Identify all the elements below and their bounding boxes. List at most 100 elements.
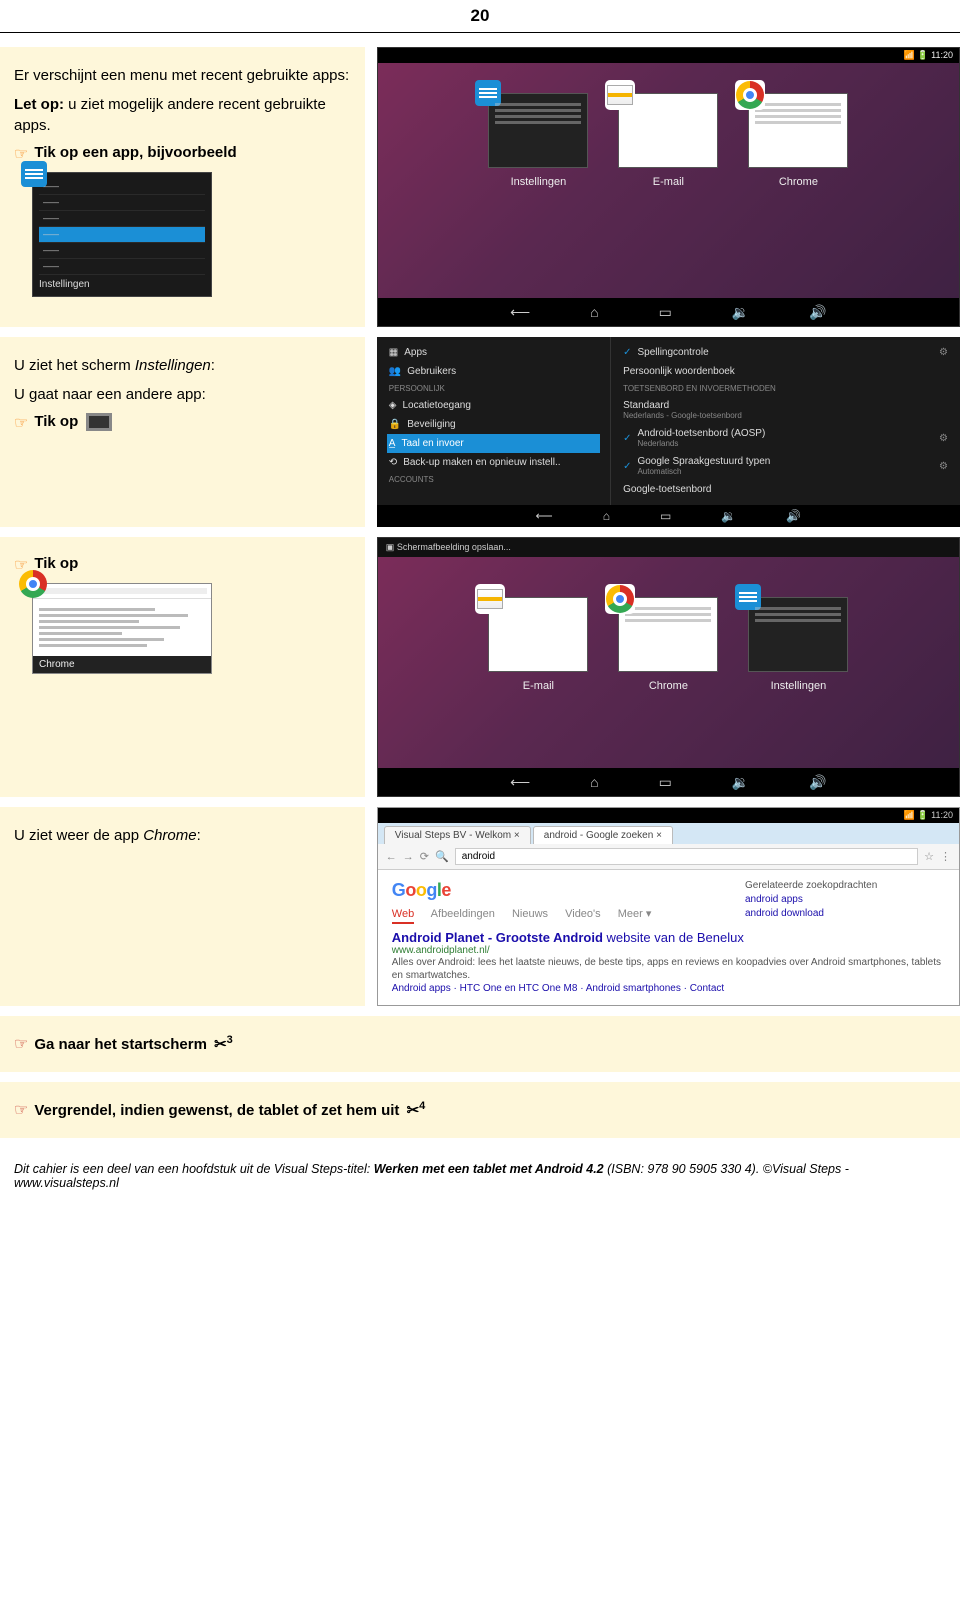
menu-icon[interactable]: ⋮ <box>940 850 951 863</box>
mail-icon <box>605 80 635 110</box>
letop-label: Let op: <box>14 96 64 113</box>
section5: ☞ Ga naar het startscherm ✂3 <box>0 1016 960 1072</box>
tablet-recents-screenshot: 📶 🔋 11:20 Instellingen E-mail Chrom <box>377 47 960 327</box>
check-icon[interactable]: ✓ <box>623 461 631 472</box>
lock-icon: 🔒 <box>389 419 401 430</box>
nav-users[interactable]: Gebruikers <box>407 366 456 377</box>
recent-instellingen[interactable]: Instellingen <box>488 93 588 188</box>
recent-instellingen[interactable]: Instellingen <box>748 597 848 692</box>
home-icon[interactable]: ⌂ <box>590 304 598 320</box>
item-dict[interactable]: Persoonlijk woordenboek <box>623 366 735 377</box>
volume-up-icon[interactable]: 🔊 <box>809 774 826 791</box>
nav-location[interactable]: Locatietoegang <box>403 400 471 411</box>
back-button[interactable]: ← <box>386 851 397 863</box>
heading-keyboard: TOETSENBORD EN INVOERMETHODEN <box>621 381 950 396</box>
forward-button[interactable]: → <box>403 851 414 863</box>
nav-language[interactable]: Taal en invoer <box>401 438 463 449</box>
search-result-title[interactable]: Android Planet - Grootste Android websit… <box>392 930 945 945</box>
browser-tab-1[interactable]: Visual Steps BV - Welkom × <box>384 826 531 844</box>
gtab-web[interactable]: Web <box>392 908 414 924</box>
item-spell[interactable]: Spellingcontrole <box>637 347 708 358</box>
nav-security[interactable]: Beveiliging <box>407 419 455 430</box>
hand-icon-red: ☞ <box>14 1034 28 1054</box>
recent-email[interactable]: E-mail <box>618 93 718 188</box>
item-standard[interactable]: Standaard <box>623 400 742 411</box>
s2-p1b: Instellingen <box>135 357 211 374</box>
check-icon[interactable]: ✓ <box>623 433 631 444</box>
item-voice[interactable]: Google Spraakgestuurd typen <box>637 456 770 467</box>
related-searches: Gerelateerde zoekopdrachten android apps… <box>745 880 945 922</box>
recents-button-icon[interactable] <box>86 413 112 431</box>
mail-icon <box>475 584 505 614</box>
item-aosp[interactable]: Android-toetsenbord (AOSP) <box>637 428 765 439</box>
scissors-icon: ✂4 <box>407 1100 426 1119</box>
settings-screenshot: ▦ Apps 👥 Gebruikers PERSOONLIJK ◈ Locatieto… <box>377 337 960 527</box>
screenshot-notification: Schermafbeelding opslaan... <box>397 542 511 552</box>
recent-chrome[interactable]: Chrome <box>748 93 848 188</box>
s2-p2: U gaat naar een andere app: <box>14 384 351 405</box>
chrome-browser-screenshot: 📶 🔋 11:20 Visual Steps BV - Welkom × and… <box>377 807 960 1006</box>
gtab-more[interactable]: Meer ▾ <box>618 908 652 920</box>
settings-icon <box>21 161 47 187</box>
back-icon[interactable]: ⟵ <box>510 304 530 321</box>
hand-icon-red: ☞ <box>14 1100 28 1120</box>
search-result-url: www.androidplanet.nl/ <box>392 945 945 956</box>
home-icon[interactable]: ⌂ <box>590 774 598 790</box>
section1-text: Er verschijnt een menu met recent gebrui… <box>0 47 365 327</box>
section2-text: U ziet het scherm Instellingen: U gaat n… <box>0 337 365 527</box>
hand-icon: ☞ <box>14 413 28 433</box>
reload-button[interactable]: ⟳ <box>420 850 429 863</box>
recents-icon[interactable]: ▭ <box>659 304 672 321</box>
chrome-app-thumb[interactable]: Chrome <box>32 583 212 674</box>
apps-icon: ▦ <box>389 347 398 358</box>
related-link-2[interactable]: android download <box>745 908 945 919</box>
volume-down-icon[interactable]: 🔉 <box>732 304 749 321</box>
s1-p1: Er verschijnt een menu met recent gebrui… <box>14 65 351 86</box>
nav-backup[interactable]: Back-up maken en opnieuw instell.. <box>403 457 560 468</box>
page-footer: Dit cahier is een deel van een hoofdstuk… <box>0 1148 960 1204</box>
chrome-icon <box>605 584 635 614</box>
recents-icon[interactable]: ▭ <box>659 774 672 791</box>
page-number: 20 <box>0 0 960 33</box>
scissors-icon: ✂3 <box>214 1034 233 1053</box>
check-icon[interactable]: ✓ <box>623 347 631 358</box>
search-result-sublinks[interactable]: Android apps · HTC One en HTC One M8 · A… <box>392 982 945 995</box>
home-icon[interactable]: ⌂ <box>603 509 610 523</box>
settings-app-thumb[interactable]: —— —— —— —— —— —— Instellingen <box>32 172 212 297</box>
volume-up-icon[interactable]: 🔊 <box>786 509 801 523</box>
gtab-news[interactable]: Nieuws <box>512 908 548 920</box>
star-icon[interactable]: ☆ <box>924 850 934 863</box>
gtab-videos[interactable]: Video's <box>565 908 601 920</box>
recent-chrome[interactable]: Chrome <box>618 597 718 692</box>
search-icon: 🔍 <box>435 850 449 863</box>
volume-down-icon[interactable]: 🔉 <box>721 509 736 523</box>
backup-icon: ⟲ <box>389 457 397 468</box>
browser-tab-2[interactable]: android - Google zoeken × <box>533 826 673 844</box>
tune-icon[interactable]: ⚙ <box>939 347 948 358</box>
users-icon: 👥 <box>389 366 401 377</box>
location-icon: ◈ <box>389 400 397 411</box>
heading-accounts: ACCOUNTS <box>387 472 600 487</box>
item-gkeyboard[interactable]: Google-toetsenbord <box>623 484 711 495</box>
recents-icon[interactable]: ▭ <box>660 509 671 523</box>
s4-p1b: Chrome <box>143 827 196 844</box>
heading-personal: PERSOONLIJK <box>387 381 600 396</box>
tune-icon[interactable]: ⚙ <box>939 433 948 444</box>
url-input[interactable] <box>455 848 918 865</box>
status-time: 11:20 <box>931 50 953 60</box>
back-icon[interactable]: ⟵ <box>510 774 530 791</box>
recent-email[interactable]: E-mail <box>488 597 588 692</box>
nav-apps[interactable]: Apps <box>404 347 427 358</box>
gtab-images[interactable]: Afbeeldingen <box>431 908 495 920</box>
chrome-icon <box>735 80 765 110</box>
chrome-thumb-label: Chrome <box>33 656 211 673</box>
language-icon: A̲ <box>389 438 396 449</box>
volume-up-icon[interactable]: 🔊 <box>809 304 826 321</box>
related-link-1[interactable]: android apps <box>745 894 945 905</box>
back-icon[interactable]: ⟵ <box>536 509 553 523</box>
s2-instruction: Tik op <box>34 413 112 431</box>
volume-down-icon[interactable]: 🔉 <box>732 774 749 791</box>
section4-text: U ziet weer de app Chrome: <box>0 807 365 1006</box>
s4-p1a: U ziet weer de app <box>14 827 143 844</box>
tune-icon[interactable]: ⚙ <box>939 461 948 472</box>
